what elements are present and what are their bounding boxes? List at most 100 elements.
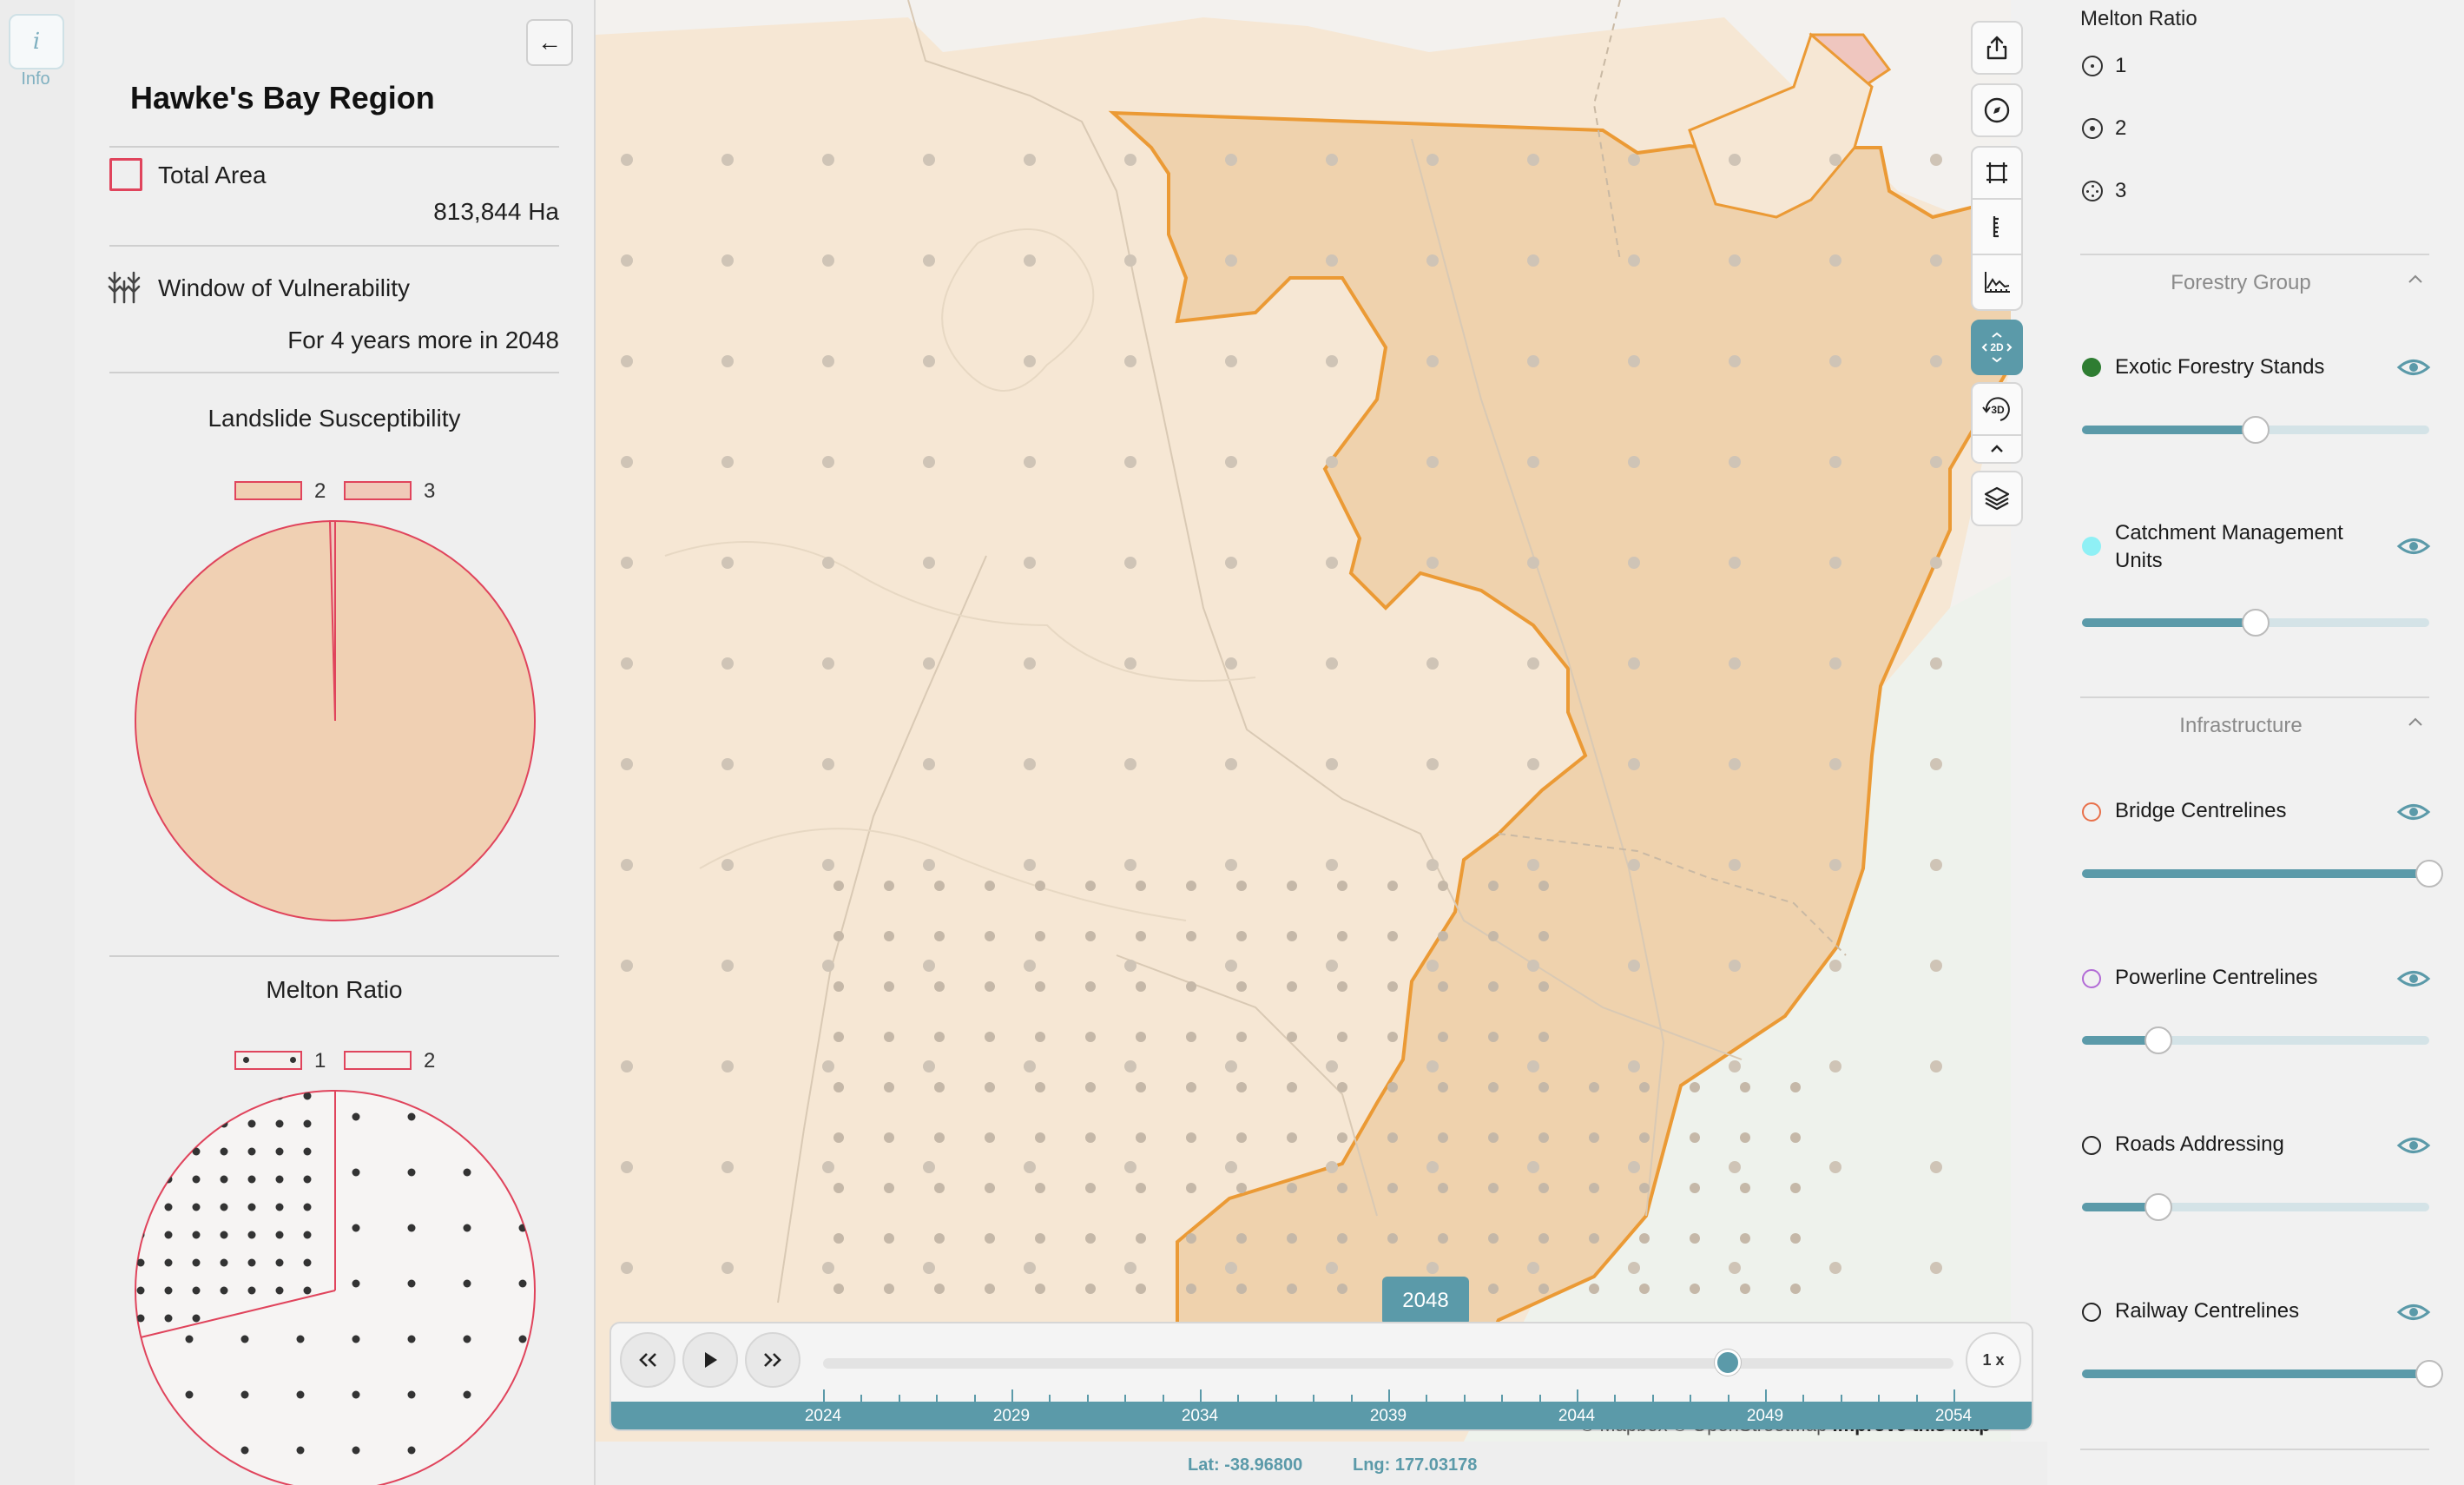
melton-ratio-dot <box>621 154 633 166</box>
melton-ratio-dot <box>1186 1082 1196 1092</box>
chevron-up-icon[interactable] <box>2407 273 2424 287</box>
eye-icon[interactable] <box>2396 535 2431 558</box>
catchment-units-label: Catchment Management Units <box>2115 521 2343 572</box>
rewind-button[interactable] <box>620 1332 675 1388</box>
melton-ratio-dot <box>1124 456 1136 468</box>
melton-ratio-dot <box>1024 960 1036 972</box>
timeline-tick <box>1690 1395 1692 1402</box>
melton-ratio-dot <box>1225 456 1237 468</box>
melton-ratio-dot <box>1690 1183 1700 1193</box>
forestry-group-title[interactable]: Forestry Group <box>2080 271 2401 295</box>
exotic-forestry-opacity-slider[interactable] <box>2082 416 2429 444</box>
melton-ratio-dot <box>822 1060 834 1072</box>
measure-button[interactable] <box>1971 200 2023 255</box>
melton-pie-dot <box>192 1203 201 1211</box>
timeline-tick-label: 2029 <box>992 1407 1031 1425</box>
melton-ratio-dot <box>1930 758 1942 770</box>
melton-option-2-radio[interactable] <box>2082 118 2103 139</box>
ruler-icon <box>1993 216 1999 238</box>
current-year-badge: 2048 <box>1382 1277 1469 1325</box>
info-tab-icon[interactable]: i <box>9 14 64 69</box>
chevron-up-icon[interactable] <box>2407 716 2424 729</box>
share-button[interactable] <box>1971 21 2023 75</box>
landslide-legend-swatch-3 <box>344 481 412 500</box>
info-tab-label[interactable]: Info <box>0 69 71 89</box>
layers-button[interactable] <box>1971 471 2023 526</box>
melton-ratio-dot <box>1035 931 1045 941</box>
melton-ratio-dot <box>1488 931 1499 941</box>
melton-ratio-dot <box>1124 154 1136 166</box>
melton-ratio-dot <box>1337 981 1347 992</box>
2d-3d-toggle-button[interactable]: 2D <box>1971 320 2023 375</box>
railway-centrelines-opacity-slider[interactable] <box>2082 1360 2443 1388</box>
melton-ratio-dot <box>833 1132 844 1143</box>
timeline-tick <box>1426 1395 1428 1402</box>
melton-ratio-dot <box>1136 1132 1146 1143</box>
timeline-tick <box>1011 1389 1013 1402</box>
play-button[interactable] <box>682 1332 738 1388</box>
elevation-profile-button[interactable] <box>1971 255 2023 311</box>
melton-pie-dot <box>164 1147 173 1156</box>
melton-pie-dot <box>407 1446 416 1455</box>
melton-ratio-dot <box>1426 557 1439 569</box>
melton-ratio-dot <box>822 254 834 267</box>
melton-ratio-dot <box>1186 1183 1196 1193</box>
infrastructure-group-title[interactable]: Infrastructure <box>2080 714 2401 738</box>
playback-speed-button[interactable]: 1 x <box>1966 1332 2021 1388</box>
melton-ratio-dot <box>923 1262 935 1274</box>
melton-pie-dot <box>247 1231 256 1239</box>
melton-ratio-dot <box>1930 557 1942 569</box>
melton-ratio-dot <box>1729 1060 1741 1072</box>
svg-text:2D: 2D <box>1990 341 2004 353</box>
eye-icon[interactable] <box>2396 1301 2431 1323</box>
melton-ratio-dot <box>1337 1032 1347 1042</box>
melton-ratio-dot <box>1236 881 1247 891</box>
eye-icon[interactable] <box>2396 801 2431 823</box>
melton-ratio-dot <box>1438 881 1448 891</box>
bridge-centrelines-opacity-slider[interactable] <box>2082 860 2443 888</box>
timeline-tick <box>1086 1395 1089 1402</box>
melton-ratio-dot <box>934 1082 945 1092</box>
eye-icon[interactable] <box>2396 967 2431 990</box>
eye-icon[interactable] <box>2396 1134 2431 1157</box>
timeline-tick <box>936 1395 939 1402</box>
melton-option-1-radio[interactable] <box>2082 56 2103 76</box>
melton-ratio-dot <box>985 1082 995 1092</box>
total-area-label: Total Area <box>158 162 267 188</box>
roads-addressing-opacity-slider[interactable] <box>2082 1193 2429 1221</box>
melton-pie-dot <box>164 1286 173 1295</box>
fast-forward-button[interactable] <box>745 1332 800 1388</box>
melton-ratio-dot <box>721 456 734 468</box>
collapse-controls-button[interactable] <box>1971 436 2023 464</box>
eye-icon[interactable] <box>2396 356 2431 379</box>
melton-ratio-dot <box>1326 1060 1338 1072</box>
map-canvas[interactable] <box>596 0 2047 1442</box>
melton-ratio-dot <box>1225 657 1237 670</box>
timeline-handle[interactable] <box>1714 1350 1741 1376</box>
powerline-centrelines-label: Powerline Centrelines <box>2115 966 2318 989</box>
melton-ratio-dot <box>1387 1183 1398 1193</box>
timeline-track[interactable] <box>823 1358 1953 1369</box>
timeline-tick <box>898 1395 900 1402</box>
melton-ratio-dot <box>1628 1060 1640 1072</box>
melton-ratio-dot <box>1085 1032 1096 1042</box>
melton-pie-dot <box>220 1286 228 1295</box>
compass-button[interactable] <box>1971 83 2023 137</box>
melton-ratio-dot <box>1488 1233 1499 1244</box>
melton-ratio-heading: Melton Ratio <box>2080 7 2197 30</box>
rotate-3d-button[interactable]: 3D <box>1971 382 2023 436</box>
powerline-centrelines-opacity-slider[interactable] <box>2082 1026 2429 1054</box>
melton-pie-dot <box>247 1203 256 1211</box>
melton-ratio-dot <box>1527 355 1539 367</box>
melton-ratio-dot <box>1124 960 1136 972</box>
melton-ratio-dot <box>1829 254 1841 267</box>
melton-ratio-dot <box>1829 758 1841 770</box>
melton-ratio-dot <box>884 981 894 992</box>
melton-ratio-dot <box>1829 1161 1841 1173</box>
crop-area-button[interactable] <box>1971 146 2023 200</box>
landslide-legend-swatch-2 <box>234 481 302 500</box>
melton-option-3-radio[interactable] <box>2082 181 2103 201</box>
catchment-units-opacity-slider[interactable] <box>2082 609 2429 637</box>
melton-ratio-dot <box>1225 758 1237 770</box>
collapse-panel-button[interactable]: ← <box>526 19 573 66</box>
